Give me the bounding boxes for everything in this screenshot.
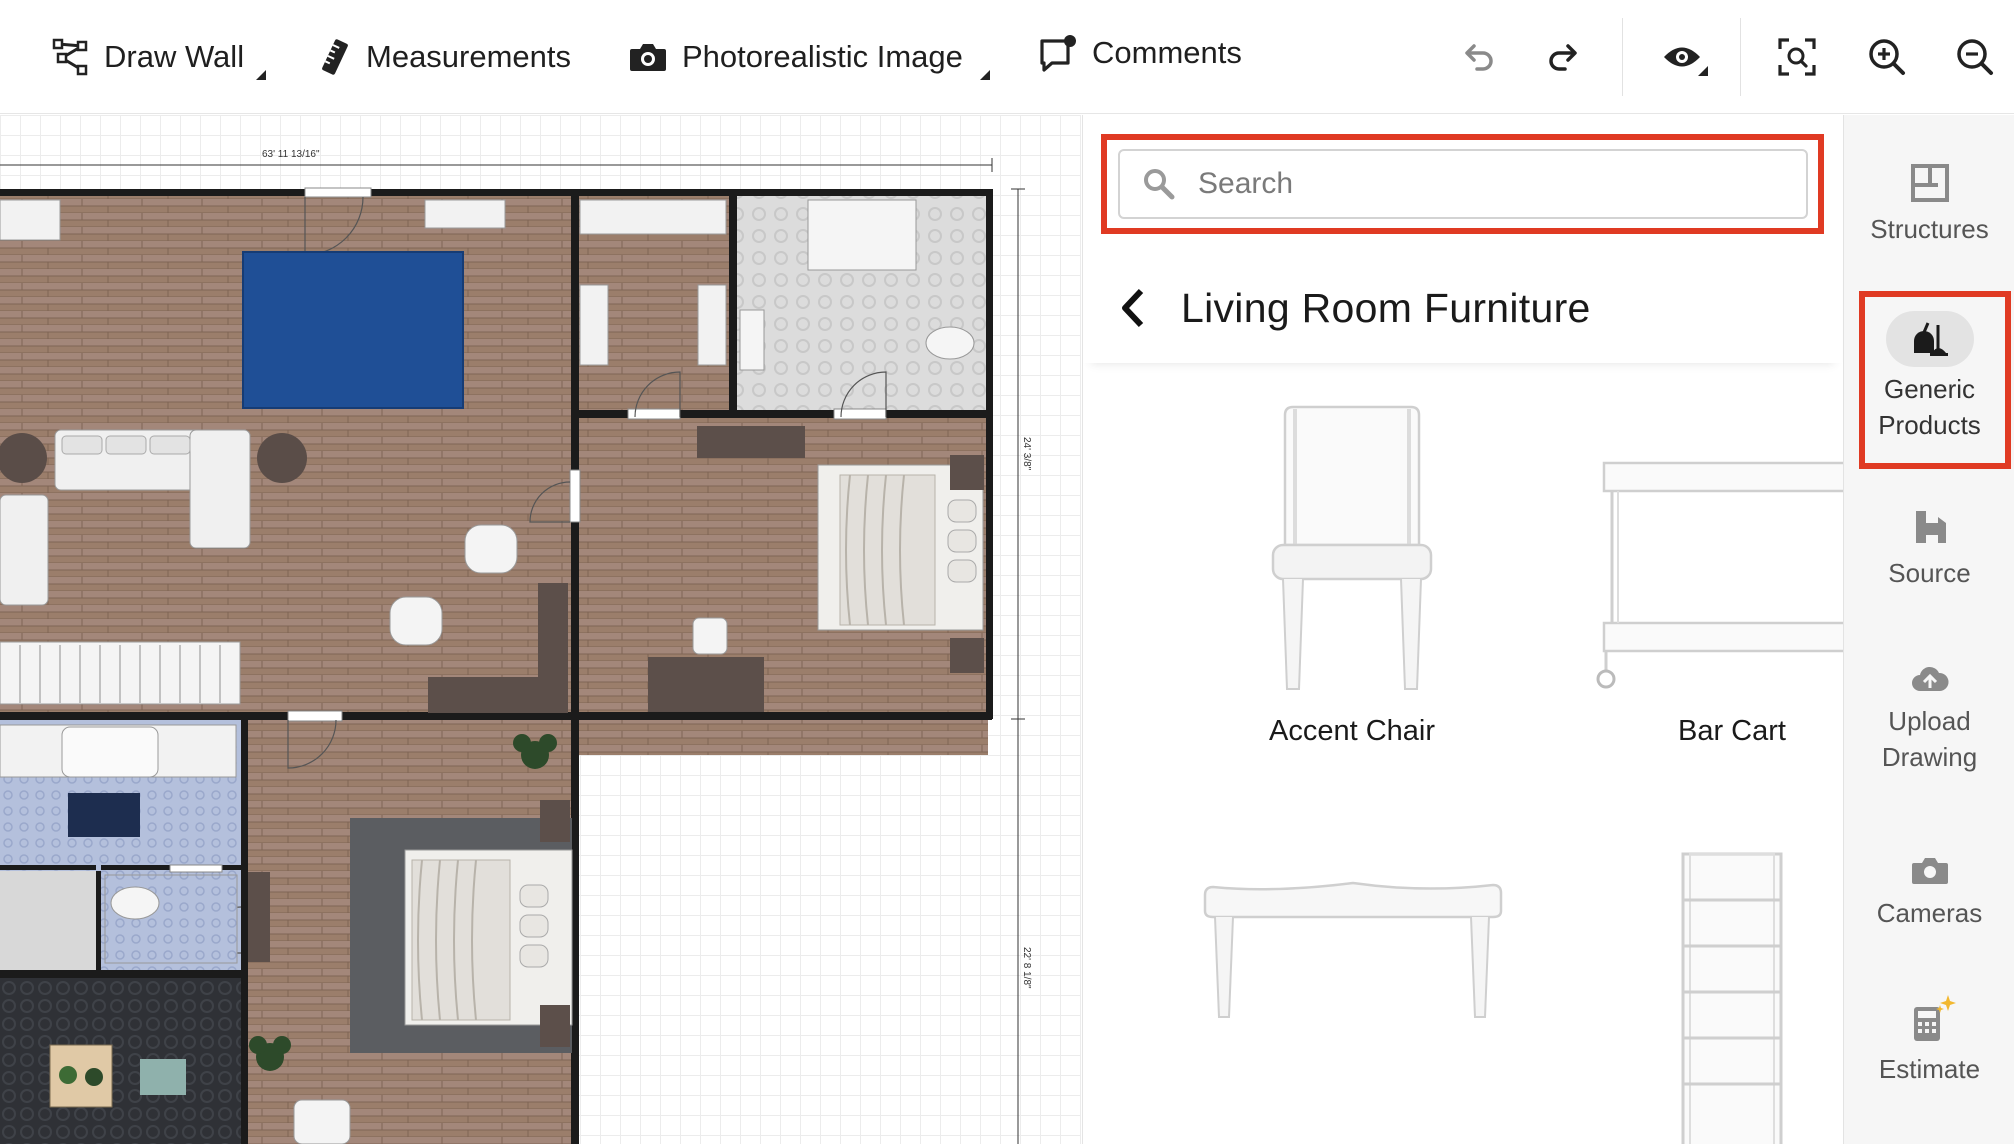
eye-icon bbox=[1664, 47, 1700, 67]
nav-label-line-1: Upload bbox=[1888, 706, 1971, 736]
wall-path-icon bbox=[52, 38, 88, 76]
chevron-down-icon bbox=[1698, 66, 1708, 76]
draw-wall-button[interactable]: Draw Wall bbox=[52, 30, 266, 84]
floor-plan-canvas[interactable]: 63' 11 13/16" 24' 3/8" 22' 8 1/8" bbox=[0, 115, 1081, 1144]
dimension-label-right-upper: 24' 3/8" bbox=[1021, 437, 1032, 471]
accent-chair-image bbox=[1271, 405, 1433, 690]
category-title: Living Room Furniture bbox=[1181, 284, 1591, 331]
comments-button[interactable]: Comments bbox=[1038, 26, 1242, 80]
comment-icon bbox=[1040, 35, 1076, 72]
nav-label-line-2: Drawing bbox=[1881, 742, 1978, 772]
view-options-button[interactable] bbox=[1652, 32, 1712, 82]
zoom-out-button[interactable] bbox=[1950, 32, 2000, 82]
product-card-accent-chair[interactable]: Accent Chair bbox=[1187, 395, 1517, 748]
product-name: Accent Chair bbox=[1268, 715, 1435, 747]
product-card-bookshelf[interactable] bbox=[1567, 850, 1843, 1144]
zoom-in-icon bbox=[1869, 39, 1905, 75]
nav-upload-drawing[interactable]: Upload Drawing bbox=[1844, 663, 2014, 775]
draw-wall-label: Draw Wall bbox=[104, 39, 245, 74]
top-toolbar: Draw Wall Measurements Photorealistic Im… bbox=[0, 0, 2014, 114]
calculator-sparkle-icon bbox=[1913, 995, 1956, 1041]
nav-label-line-2: Products bbox=[1878, 410, 1981, 440]
toolbar-divider bbox=[1622, 18, 1623, 96]
nav-source[interactable]: Source bbox=[1844, 507, 2014, 591]
product-card-bar-cart[interactable]: Bar Cart bbox=[1567, 395, 1843, 748]
measurements-label: Measurements bbox=[366, 39, 572, 74]
comments-label: Comments bbox=[1092, 35, 1242, 70]
fit-screen-button[interactable] bbox=[1772, 32, 1822, 82]
bar-cart-image bbox=[1596, 461, 1843, 689]
chevron-down-icon bbox=[256, 70, 266, 80]
ruler-icon bbox=[322, 39, 348, 75]
nav-label: Structures bbox=[1870, 214, 1989, 244]
camera-icon bbox=[630, 44, 666, 71]
nav-generic-products[interactable]: Generic Products bbox=[1844, 311, 2014, 443]
nav-label: Source bbox=[1888, 558, 1971, 588]
product-thumb bbox=[1567, 850, 1843, 1144]
chevron-left-icon bbox=[1122, 288, 1144, 328]
nav-label: Estimate bbox=[1878, 1054, 1981, 1084]
search-icon bbox=[1144, 169, 1175, 200]
dimension-label-top: 63' 11 13/16" bbox=[262, 149, 320, 160]
nav-label-line-1: Generic bbox=[1883, 374, 1976, 404]
product-thumb bbox=[1567, 395, 1843, 705]
redo-button[interactable] bbox=[1540, 32, 1590, 82]
fit-screen-icon bbox=[1778, 38, 1816, 76]
bookshelf-image bbox=[1681, 852, 1783, 1144]
search-input[interactable] bbox=[1198, 167, 1798, 201]
product-thumb bbox=[1187, 395, 1517, 705]
source-icon bbox=[1915, 511, 1946, 543]
nav-label: Cameras bbox=[1876, 898, 1983, 928]
product-thumb bbox=[1187, 835, 1517, 1035]
back-button[interactable] bbox=[1113, 278, 1153, 338]
undo-button[interactable] bbox=[1452, 32, 1502, 82]
product-name: Bar Cart bbox=[1678, 715, 1786, 747]
measurements-button[interactable]: Measurements bbox=[318, 30, 571, 84]
search-field[interactable] bbox=[1118, 149, 1808, 219]
active-icon-bubble bbox=[1885, 311, 1974, 367]
redo-icon bbox=[1549, 44, 1577, 71]
toolbar-divider bbox=[1740, 18, 1741, 96]
structures-icon bbox=[1910, 164, 1949, 202]
product-card-bench[interactable] bbox=[1187, 835, 1517, 1045]
nav-structures[interactable]: Structures bbox=[1844, 163, 2014, 247]
nav-cameras[interactable]: Cameras bbox=[1844, 855, 2014, 931]
chevron-down-icon bbox=[980, 70, 990, 80]
bench-image bbox=[1203, 881, 1503, 1018]
photorealistic-image-button[interactable]: Photorealistic Image bbox=[628, 30, 990, 84]
right-sidebar-nav: Structures Generic Products Source Uploa… bbox=[1843, 115, 2014, 1144]
dimension-label-right-lower: 22' 8 1/8" bbox=[1021, 947, 1032, 989]
zoom-in-button[interactable] bbox=[1862, 32, 1912, 82]
nav-estimate[interactable]: Estimate bbox=[1844, 993, 2014, 1087]
lamp-chair-icon bbox=[1913, 322, 1948, 356]
zoom-out-icon bbox=[1957, 39, 1993, 75]
product-panel: Living Room Furniture Accent Chair bbox=[1082, 115, 1843, 1144]
category-header: Living Room Furniture bbox=[1083, 253, 1842, 363]
floor-plan[interactable] bbox=[0, 115, 1081, 1144]
cloud-upload-icon bbox=[1911, 666, 1949, 691]
undo-icon bbox=[1465, 44, 1493, 71]
camera-icon bbox=[1911, 858, 1948, 884]
photorealistic-image-label: Photorealistic Image bbox=[682, 39, 963, 74]
